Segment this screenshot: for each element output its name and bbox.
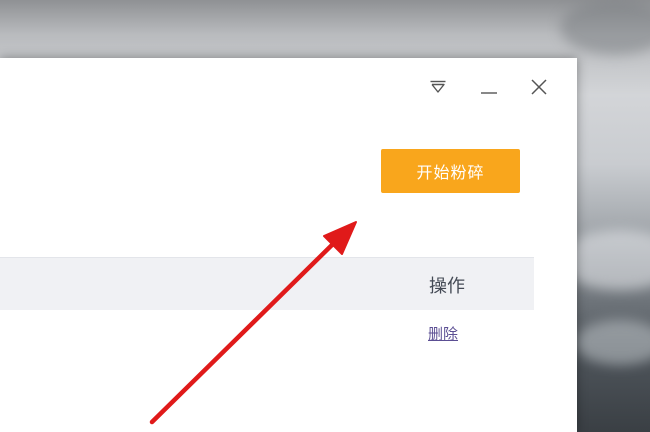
background-cloud: [560, 0, 650, 55]
desktop-background: 开始粉碎 操作 删除: [0, 0, 650, 432]
delete-link[interactable]: 删除: [428, 323, 458, 344]
start-shred-button[interactable]: 开始粉碎: [381, 149, 520, 193]
table-header: 操作: [0, 257, 534, 310]
dropdown-triangle-icon: [430, 80, 446, 93]
column-header-ops: 操作: [429, 276, 465, 297]
close-button[interactable]: [528, 76, 550, 98]
minimize-icon: [481, 92, 497, 94]
menu-dropdown-button[interactable]: [427, 76, 449, 98]
app-window: 开始粉碎 操作 删除: [0, 58, 577, 432]
close-icon: [531, 79, 547, 95]
minimize-button[interactable]: [478, 76, 500, 98]
background-cloud: [575, 320, 650, 365]
